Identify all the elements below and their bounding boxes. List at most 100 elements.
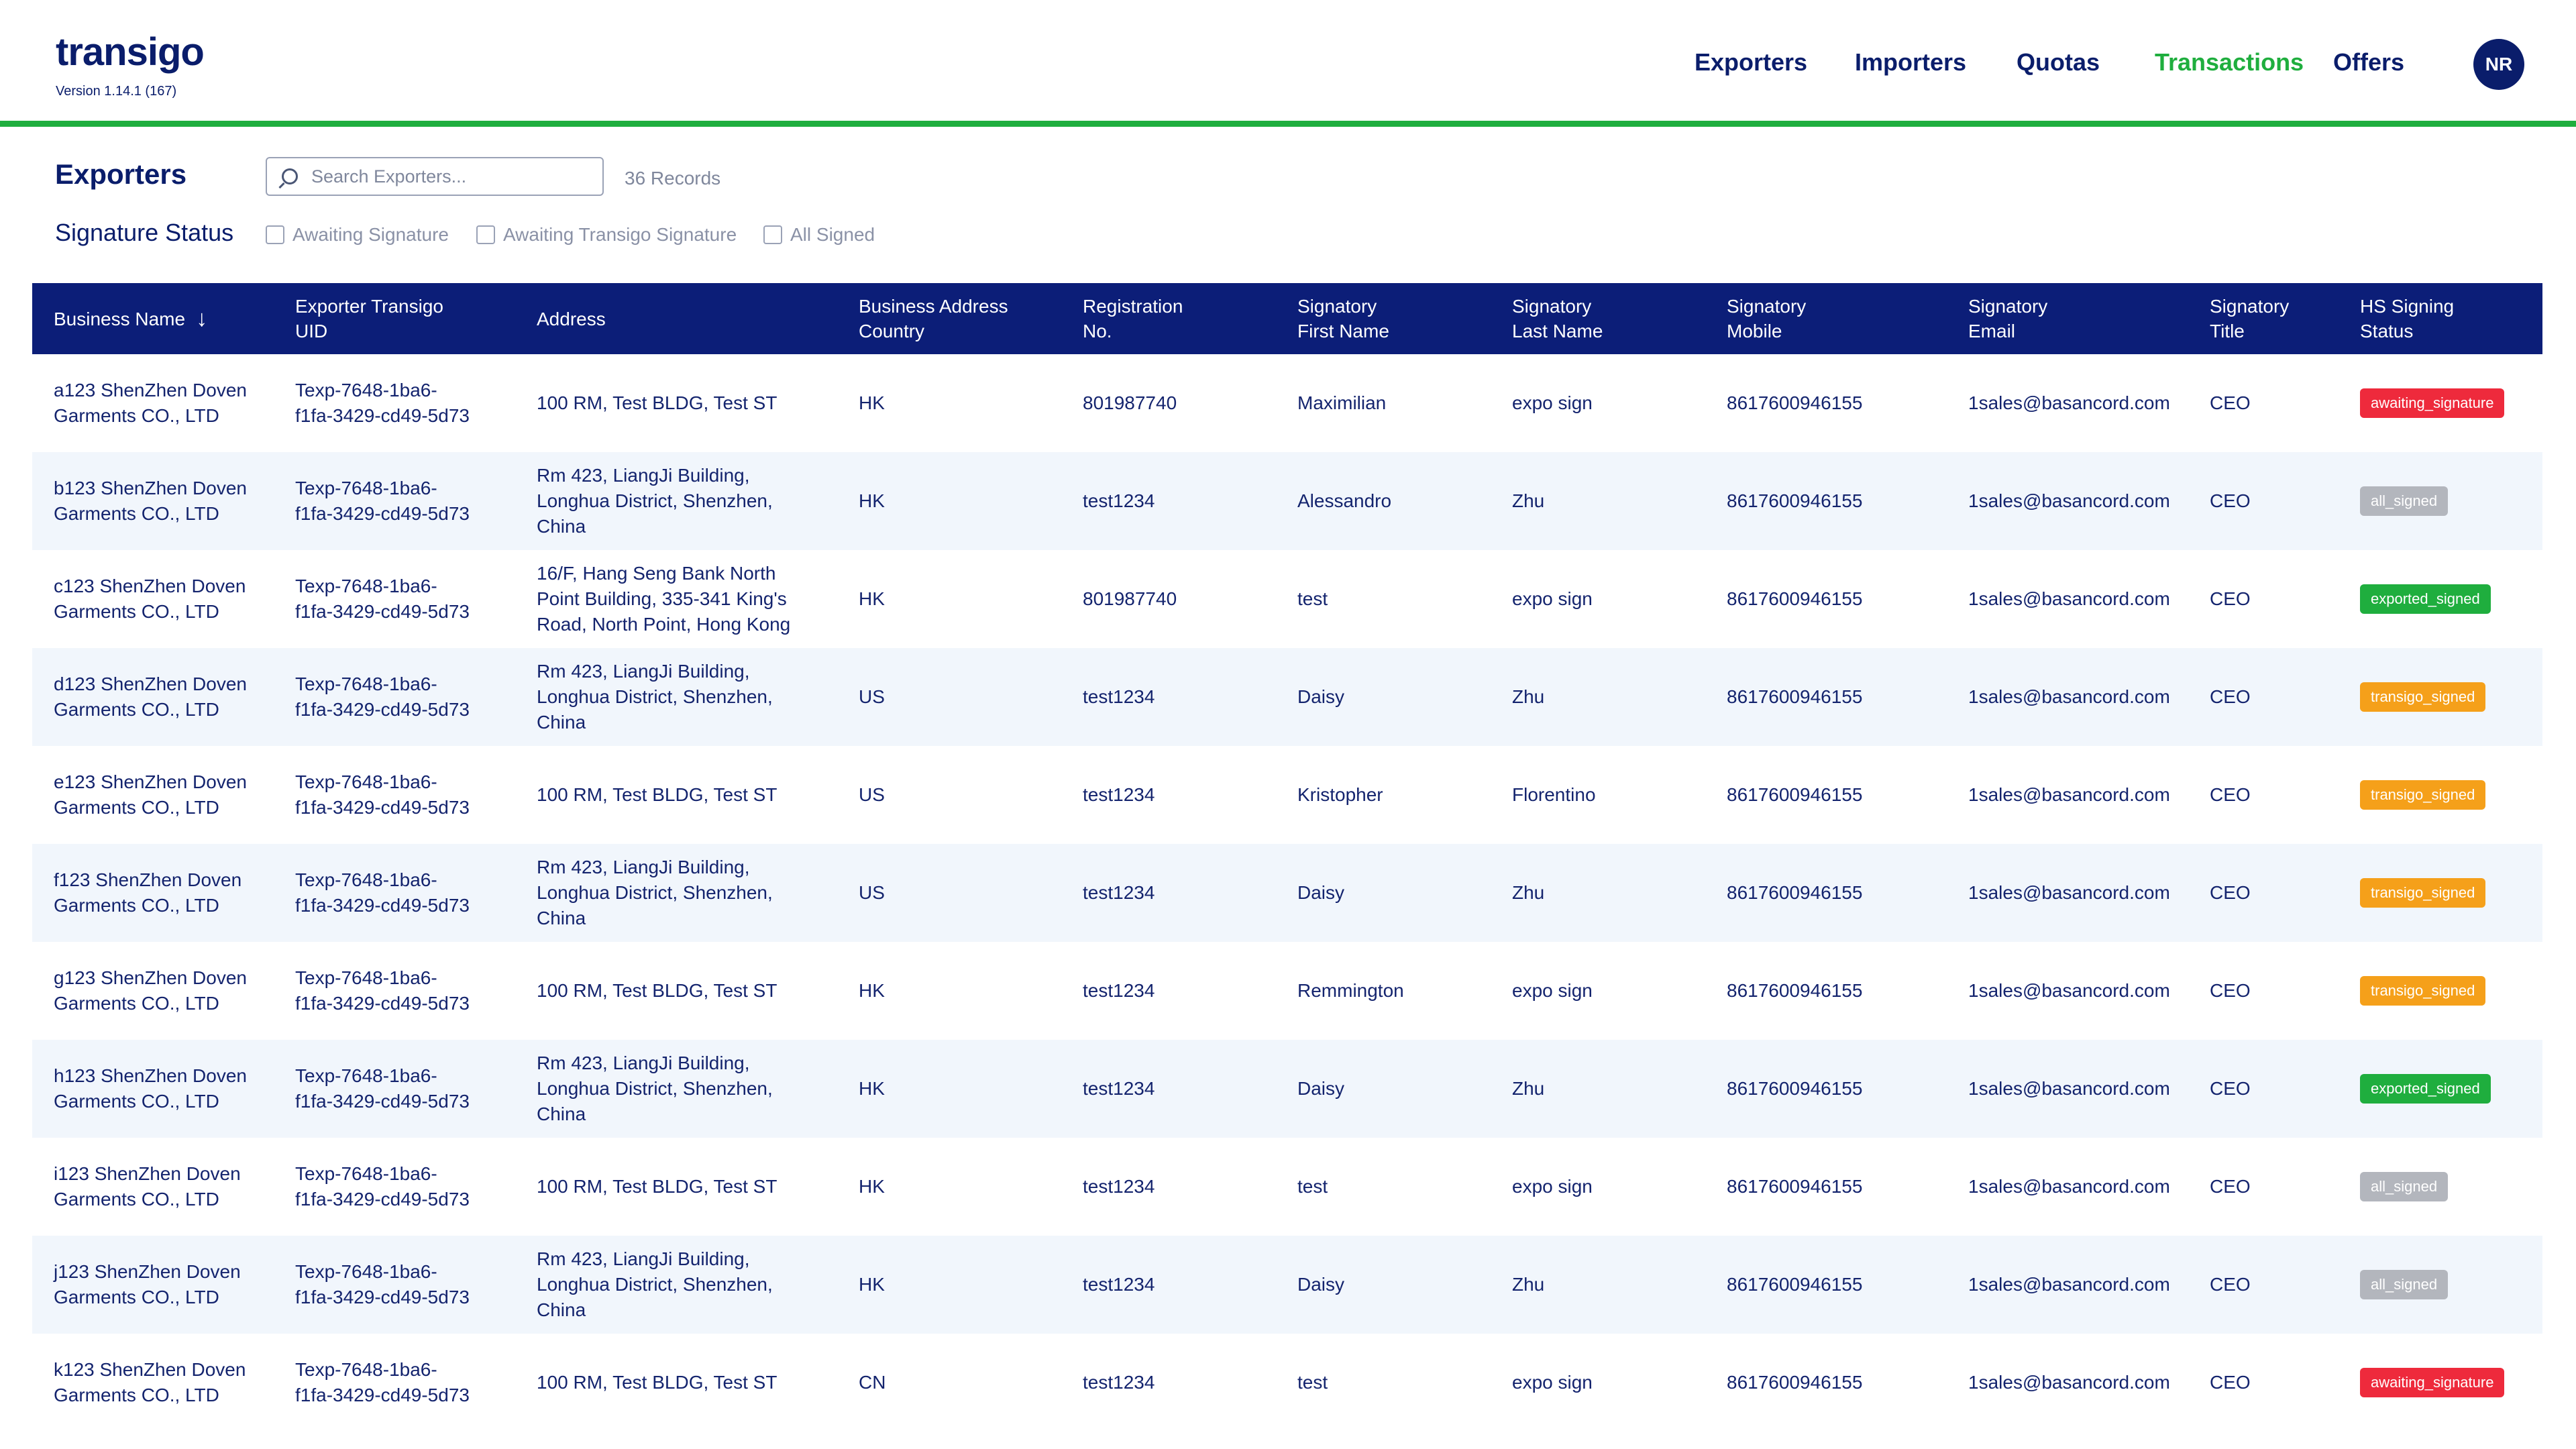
cell-email-line: 1sales@basancord.com xyxy=(1968,1078,2170,1099)
cell-last-name-line: Zhu xyxy=(1512,686,1545,707)
cell-signing-status: awaiting_signature xyxy=(2360,354,2505,452)
nav-transactions[interactable]: Transactions xyxy=(2155,48,2304,76)
status-badge: all_signed xyxy=(2360,1172,2449,1201)
table-row[interactable]: j123 ShenZhen Doven Garments CO., LTD Texp… xyxy=(32,1236,2542,1334)
cell-business-name-line: a123 ShenZhen Doven xyxy=(54,380,247,400)
search-box[interactable] xyxy=(266,157,604,196)
cell-address: 100 RM, Test BLDG, Test ST xyxy=(537,1334,777,1432)
header-last-name[interactable]: Signatory Last Name xyxy=(1512,283,1603,354)
cell-address: 100 RM, Test BLDG, Test ST xyxy=(537,746,777,844)
header-label: Signatory xyxy=(1297,296,1377,317)
header-address[interactable]: Address xyxy=(537,283,606,354)
cell-address-line: Rm 423, LiangJi Building, xyxy=(537,857,750,877)
cell-registration: test1234 xyxy=(1083,648,1155,746)
status-badge: exported_signed xyxy=(2360,1074,2491,1104)
cell-mobile: 8617600946155 xyxy=(1727,746,1862,844)
transigo-logo[interactable]: transigo xyxy=(56,30,205,74)
nav-importers[interactable]: Importers xyxy=(1855,48,1966,76)
cell-country: HK xyxy=(859,1236,885,1334)
header-label: Signatory xyxy=(2210,296,2290,317)
header-email[interactable]: Signatory Email xyxy=(1968,283,2047,354)
search-input[interactable] xyxy=(311,166,593,187)
cell-registration: 801987740 xyxy=(1083,354,1177,452)
cell-address-line: Longhua District, Shenzhen, xyxy=(537,490,773,511)
cell-business-name-line: e123 ShenZhen Doven xyxy=(54,771,247,792)
cell-registration: test1234 xyxy=(1083,1040,1155,1138)
nav-offers[interactable]: Offers xyxy=(2333,48,2404,76)
cell-registration: test1234 xyxy=(1083,1236,1155,1334)
filter-all-signed[interactable]: All Signed xyxy=(763,224,875,246)
table-row[interactable]: h123 ShenZhen Doven Garments CO., LTD Texp… xyxy=(32,1040,2542,1138)
cell-country-line: US xyxy=(859,882,885,903)
cell-country: HK xyxy=(859,452,885,550)
cell-address-line: Rm 423, LiangJi Building, xyxy=(537,1248,750,1269)
header-first-name[interactable]: Signatory First Name xyxy=(1297,283,1389,354)
table-row[interactable]: f123 ShenZhen Doven Garments CO., LTD Texp… xyxy=(32,844,2542,942)
table-row[interactable]: e123 ShenZhen Doven Garments CO., LTD Texp… xyxy=(32,746,2542,844)
header-divider xyxy=(0,121,2576,127)
cell-address-line: Longhua District, Shenzhen, xyxy=(537,686,773,707)
cell-business-name-line: Garments CO., LTD xyxy=(54,405,219,426)
cell-country: US xyxy=(859,746,885,844)
checkbox[interactable] xyxy=(266,225,284,244)
cell-business-name-line: Garments CO., LTD xyxy=(54,895,219,916)
table-row[interactable]: c123 ShenZhen Doven Garments CO., LTD Texp… xyxy=(32,550,2542,648)
table-row[interactable]: d123 ShenZhen Doven Garments CO., LTD Texp… xyxy=(32,648,2542,746)
cell-registration-line: 801987740 xyxy=(1083,588,1177,609)
cell-first-name: Daisy xyxy=(1297,1040,1344,1138)
header-label: Country xyxy=(859,321,925,341)
cell-mobile: 8617600946155 xyxy=(1727,354,1862,452)
header-mobile[interactable]: Signatory Mobile xyxy=(1727,283,1806,354)
cell-mobile-line: 8617600946155 xyxy=(1727,882,1863,903)
cell-title-line: CEO xyxy=(2210,882,2251,903)
cell-address: 100 RM, Test BLDG, Test ST xyxy=(537,942,777,1040)
header-business-name[interactable]: Business Name ↓ xyxy=(54,283,207,354)
cell-email: 1sales@basancord.com xyxy=(1968,942,2170,1040)
cell-business-name: f123 ShenZhen Doven Garments CO., LTD xyxy=(54,844,241,942)
cell-business-name: a123 ShenZhen Doven Garments CO., LTD xyxy=(54,354,247,452)
header-title[interactable]: Signatory Title xyxy=(2210,283,2289,354)
cell-email-line: 1sales@basancord.com xyxy=(1968,686,2170,707)
cell-first-name-line: Kristopher xyxy=(1297,784,1383,805)
cell-email: 1sales@basancord.com xyxy=(1968,354,2170,452)
header-country[interactable]: Business Address Country xyxy=(859,283,1008,354)
table-row[interactable]: i123 ShenZhen Doven Garments CO., LTD Texp… xyxy=(32,1138,2542,1236)
cell-email: 1sales@basancord.com xyxy=(1968,452,2170,550)
cell-mobile-line: 8617600946155 xyxy=(1727,1274,1863,1295)
cell-last-name: expo sign xyxy=(1512,550,1593,648)
cell-business-name-line: Garments CO., LTD xyxy=(54,993,219,1014)
table-row[interactable]: k123 ShenZhen Doven Garments CO., LTD Texp… xyxy=(32,1334,2542,1432)
cell-first-name-line: Maximilian xyxy=(1297,392,1387,413)
header-registration[interactable]: Registration No. xyxy=(1083,283,1183,354)
cell-registration-line: test1234 xyxy=(1083,1274,1155,1295)
cell-registration: test1234 xyxy=(1083,746,1155,844)
status-badge: transigo_signed xyxy=(2360,976,2486,1006)
cell-signing-status: awaiting_signature xyxy=(2360,1334,2505,1432)
filter-awaiting-transigo-signature[interactable]: Awaiting Transigo Signature xyxy=(476,224,737,246)
cell-exporter-uid-line: Texp-7648-1ba6- xyxy=(295,478,437,498)
table-row[interactable]: a123 ShenZhen Doven Garments CO., LTD Texp… xyxy=(32,354,2542,452)
cell-last-name-line: Zhu xyxy=(1512,882,1545,903)
cell-title-line: CEO xyxy=(2210,1078,2251,1099)
cell-registration: test1234 xyxy=(1083,1138,1155,1236)
table-row[interactable]: g123 ShenZhen Doven Garments CO., LTD Texp… xyxy=(32,942,2542,1040)
filter-awaiting-signature[interactable]: Awaiting Signature xyxy=(266,224,449,246)
nav-exporters[interactable]: Exporters xyxy=(1695,48,1807,76)
header-exporter-uid[interactable]: Exporter Transigo UID xyxy=(295,283,443,354)
cell-country: CN xyxy=(859,1334,885,1432)
checkbox[interactable] xyxy=(763,225,782,244)
cell-address-line: China xyxy=(537,908,586,928)
cell-address-line: Road, North Point, Hong Kong xyxy=(537,614,791,635)
table-header: Business Name ↓ Exporter Transigo UID Add… xyxy=(32,283,2542,354)
cell-last-name-line: expo sign xyxy=(1512,392,1593,413)
cell-exporter-uid-line: f1fa-3429-cd49-5d73 xyxy=(295,405,470,426)
table-row[interactable]: b123 ShenZhen Doven Garments CO., LTD Texp… xyxy=(32,452,2542,550)
arrow-down-icon[interactable]: ↓ xyxy=(196,306,207,331)
nav-quotas[interactable]: Quotas xyxy=(2017,48,2100,76)
cell-first-name: test xyxy=(1297,1138,1328,1236)
user-avatar[interactable]: NR xyxy=(2473,39,2524,90)
header-signing-status[interactable]: HS Signing Status xyxy=(2360,283,2454,354)
cell-exporter-uid: Texp-7648-1ba6- f1fa-3429-cd49-5d73 xyxy=(295,550,470,648)
cell-first-name-line: test xyxy=(1297,1372,1328,1393)
checkbox[interactable] xyxy=(476,225,495,244)
